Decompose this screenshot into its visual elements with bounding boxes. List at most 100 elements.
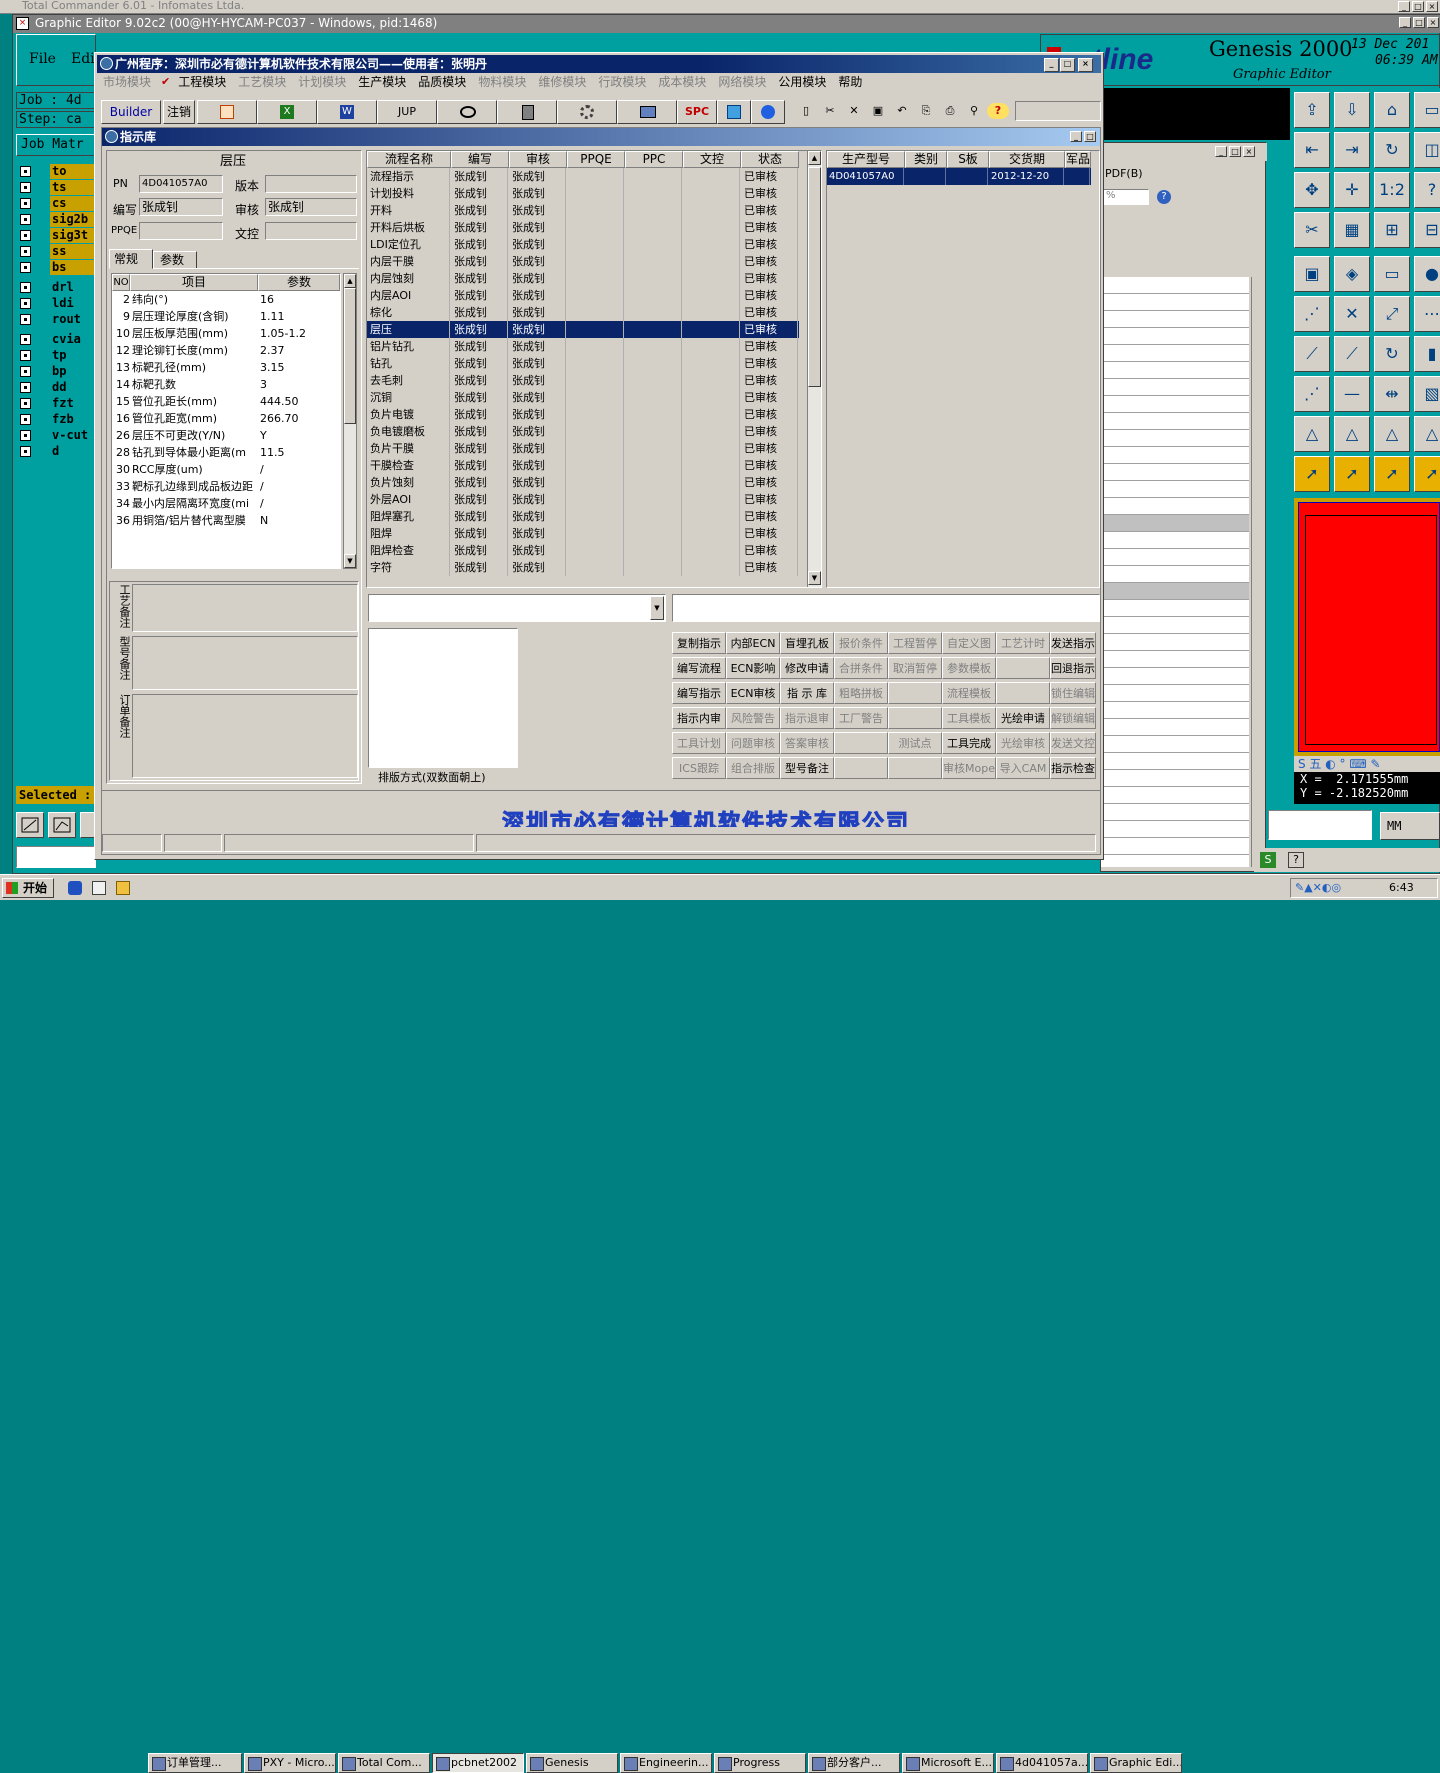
layer-row[interactable]: sig3t <box>16 228 96 243</box>
flow-header-cell[interactable]: 状态 <box>741 151 799 168</box>
bg-close-button[interactable]: × <box>1426 1 1438 12</box>
flow-row[interactable]: 内层AOI 张成钊 张成钊 已审核 <box>367 287 799 304</box>
ppqe-field[interactable] <box>139 222 223 240</box>
layer-name[interactable]: rout <box>50 312 94 327</box>
measure-icon[interactable] <box>48 812 76 838</box>
flow-header-cell[interactable]: PPC <box>625 151 683 168</box>
action-button[interactable]: 参数模板 <box>942 657 996 679</box>
taskbar-item[interactable]: Microsoft E... <box>902 1753 994 1773</box>
builder-button[interactable]: Builder <box>101 100 161 124</box>
param-row[interactable]: 12 理论铆钉长度(mm) 2.37 <box>112 342 340 359</box>
pdf-maximize-button[interactable]: □ <box>1229 146 1241 157</box>
layer-checkbox[interactable] <box>20 246 31 257</box>
action-button[interactable]: 光绘申请 <box>996 707 1050 729</box>
params-scrollbar[interactable]: ▲ ▼ <box>343 273 357 569</box>
desktop-icon[interactable] <box>92 881 106 895</box>
taskbar-item[interactable]: 4d041057a... <box>996 1753 1088 1773</box>
flow-row[interactable]: 阻焊检查 张成钊 张成钊 已审核 <box>367 542 799 559</box>
jup-button[interactable]: JUP <box>377 100 437 124</box>
param-row[interactable]: 10 层压板厚范围(mm) 1.05-1.2 <box>112 325 340 342</box>
net-icon[interactable]: ⋰ <box>1294 296 1330 332</box>
menu-item[interactable]: 工程模块 <box>172 73 232 91</box>
flow-row[interactable]: 沉铜 张成钊 张成钊 已审核 <box>367 389 799 406</box>
scroll-thumb[interactable] <box>808 167 821 387</box>
action-button[interactable]: 工具模板 <box>942 707 996 729</box>
pan-icon[interactable]: ✥ <box>1294 172 1330 208</box>
layer-name[interactable]: cvia <box>50 332 94 347</box>
flow-row[interactable]: 铝片钻孔 张成钊 张成钊 已审核 <box>367 338 799 355</box>
action-button[interactable]: 复制指示 <box>672 632 726 654</box>
action-button[interactable] <box>834 732 888 754</box>
line-alt-icon[interactable]: ⟋ <box>1334 336 1370 372</box>
action-button[interactable] <box>888 682 942 704</box>
action-button[interactable] <box>996 657 1050 679</box>
action-button[interactable]: 指示内审 <box>672 707 726 729</box>
pdf-minimize-button[interactable]: _ <box>1215 146 1227 157</box>
flow-row[interactable]: 计划投料 张成钊 张成钊 已审核 <box>367 185 799 202</box>
flow-row[interactable]: 内层蚀刻 张成钊 张成钊 已审核 <box>367 270 799 287</box>
toolbar-field[interactable] <box>1015 101 1101 121</box>
action-button[interactable]: 发送文控 <box>1050 732 1096 754</box>
line-icon[interactable]: ⟋ <box>1294 336 1330 372</box>
pointer-blue-icon[interactable]: ➚ <box>1374 456 1410 492</box>
taskbar-item[interactable]: 订单管理... <box>148 1753 242 1773</box>
layer-checkbox[interactable] <box>20 214 31 225</box>
menu-item[interactable]: 品质模块 <box>412 73 472 91</box>
taskbar-item[interactable]: 部分客户... <box>808 1753 900 1773</box>
order-note-field[interactable] <box>132 694 358 778</box>
chevron-down-icon[interactable]: ▼ <box>650 596 664 620</box>
description-field[interactable] <box>672 594 1100 622</box>
action-button[interactable]: 粗略拼板 <box>834 682 888 704</box>
layer-checkbox[interactable] <box>20 382 31 393</box>
action-button[interactable]: 编写指示 <box>672 682 726 704</box>
move-icon[interactable]: ⤢ <box>1374 296 1410 332</box>
action-button[interactable] <box>888 757 942 779</box>
taskbar-item[interactable]: pcbnet2002 <box>432 1753 524 1773</box>
layer-name[interactable]: ss <box>50 244 94 259</box>
feature-icon[interactable]: ▧ <box>1414 376 1440 412</box>
logout-button[interactable]: 注销 <box>163 100 195 124</box>
scroll-down-icon[interactable]: ▼ <box>808 571 821 585</box>
layer-name[interactable]: d <box>50 444 94 459</box>
param-row[interactable]: 28 钻孔到导体最小距离(m 11.5 <box>112 444 340 461</box>
action-button[interactable]: ECN影响 <box>726 657 780 679</box>
action-button[interactable]: 工艺计时 <box>996 632 1050 654</box>
find-icon[interactable]: ⚲ <box>963 103 985 119</box>
help-icon[interactable]: ? <box>1157 190 1171 204</box>
cut-icon[interactable]: ✂ <box>819 103 841 119</box>
action-button[interactable]: 自定义图 <box>942 632 996 654</box>
menu-item[interactable]: 公用模块 <box>772 73 832 91</box>
layer-checkbox[interactable] <box>20 262 31 273</box>
param-value[interactable]: Y <box>260 427 340 444</box>
center-icon[interactable]: ✛ <box>1334 172 1370 208</box>
param-row[interactable]: 36 用铜箔/铝片替代离型膜 N <box>112 512 340 529</box>
action-button[interactable] <box>834 757 888 779</box>
param-row[interactable]: 34 最小内层隔离环宽度(mi / <box>112 495 340 512</box>
pcbnet-minimize-button[interactable]: _ <box>1044 58 1059 72</box>
layer-name[interactable]: bs <box>50 260 94 275</box>
zoom-in-icon[interactable]: ⊞ <box>1374 212 1410 248</box>
pdf-zoom-select[interactable]: % <box>1103 189 1149 205</box>
param-row[interactable]: 9 层压理论厚度(含铜) 1.11 <box>112 308 340 325</box>
action-button[interactable]: 取消暂停 <box>888 657 942 679</box>
flow-row[interactable]: 负片干膜 张成钊 张成钊 已审核 <box>367 440 799 457</box>
layer-row[interactable]: tp <box>16 348 96 363</box>
bg-maximize-button[interactable]: □ <box>1412 1 1424 12</box>
flow-row[interactable]: 层压 张成钊 张成钊 已审核 <box>367 321 799 338</box>
layer-row[interactable]: d <box>16 444 96 459</box>
inner-minimize-button[interactable]: _ <box>1070 131 1082 142</box>
param-row[interactable]: 2 纬向(°) 16 <box>112 291 340 308</box>
tray-icons[interactable]: ✎▲✕◐◎ <box>1295 882 1365 894</box>
action-button[interactable]: ECN审核 <box>726 682 780 704</box>
param-value[interactable]: 3 <box>260 376 340 393</box>
review-field[interactable]: 张成钊 <box>265 198 357 216</box>
folder-icon[interactable] <box>116 881 130 895</box>
action-button[interactable]: 型号备注 <box>780 757 834 779</box>
layer-checkbox[interactable] <box>20 182 31 193</box>
step-forward-icon[interactable]: ⇥ <box>1334 132 1370 168</box>
action-button[interactable]: 工厂警告 <box>834 707 888 729</box>
scroll-down-icon[interactable]: ▼ <box>344 554 356 568</box>
flow-row[interactable]: 字符 张成钊 张成钊 已审核 <box>367 559 799 576</box>
tab-params[interactable]: 参数 <box>153 251 197 269</box>
pointer-red-icon[interactable]: ➚ <box>1414 456 1440 492</box>
